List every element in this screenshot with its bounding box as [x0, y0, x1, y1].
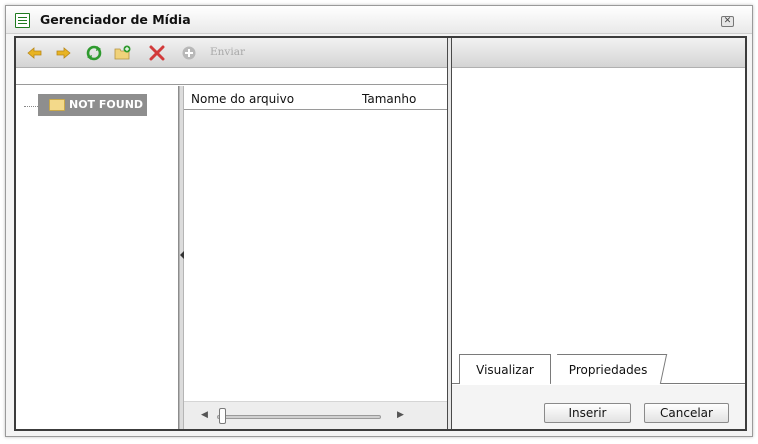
tree-node-label: NOT FOUND	[69, 98, 144, 111]
media-manager-window: Gerenciador de Mídia ✕ Enviar NOT FOUND …	[5, 5, 753, 437]
insert-button[interactable]: Inserir	[544, 403, 631, 423]
path-bar	[16, 69, 447, 85]
new-folder-icon[interactable]	[114, 45, 132, 61]
delete-icon[interactable]	[148, 45, 166, 61]
column-header-name[interactable]: Nome do arquivo	[191, 92, 294, 106]
title-bar: Gerenciador de Mídia ✕	[6, 6, 752, 34]
browser-panel: Enviar NOT FOUND Nome do arquivo Tamanho	[16, 38, 447, 429]
file-list-header: Nome do arquivo Tamanho	[184, 86, 447, 110]
preview-panel: Visualizar Propriedades Inserir Cancelar	[452, 38, 745, 429]
close-icon[interactable]: ✕	[721, 16, 734, 27]
media-manager-icon	[15, 13, 30, 28]
zoom-in-icon[interactable]: ▶	[397, 410, 404, 420]
window-title: Gerenciador de Mídia	[40, 12, 191, 27]
forward-arrow-icon[interactable]	[54, 45, 72, 61]
tab-preview[interactable]: Visualizar	[459, 354, 551, 384]
zoom-out-icon[interactable]: ◀	[201, 410, 208, 420]
back-arrow-icon[interactable]	[26, 45, 44, 61]
folder-tree: NOT FOUND	[16, 86, 179, 429]
upload-button[interactable]: Enviar	[210, 46, 245, 58]
folder-icon	[49, 99, 65, 111]
preview-tabs: Visualizar Propriedades	[452, 354, 745, 384]
zoom-slider-thumb[interactable]	[219, 408, 226, 424]
refresh-icon[interactable]	[85, 45, 103, 61]
tab-properties[interactable]: Propriedades	[550, 354, 668, 384]
dialog-content: Enviar NOT FOUND Nome do arquivo Tamanho	[14, 36, 747, 431]
tree-node-root[interactable]: NOT FOUND	[38, 94, 147, 116]
toolbar: Enviar	[16, 38, 447, 68]
zoom-bar: ◀ ▶	[184, 401, 447, 429]
file-list: Nome do arquivo Tamanho ◀ ▶	[184, 86, 447, 429]
preview-header	[452, 38, 745, 68]
column-header-size[interactable]: Tamanho	[362, 92, 416, 106]
action-bar: Inserir Cancelar	[452, 385, 745, 429]
upload-icon[interactable]	[180, 45, 198, 61]
tab-properties-label: Propriedades	[569, 363, 648, 377]
cancel-button[interactable]: Cancelar	[644, 403, 729, 423]
zoom-slider-track[interactable]	[217, 415, 381, 419]
